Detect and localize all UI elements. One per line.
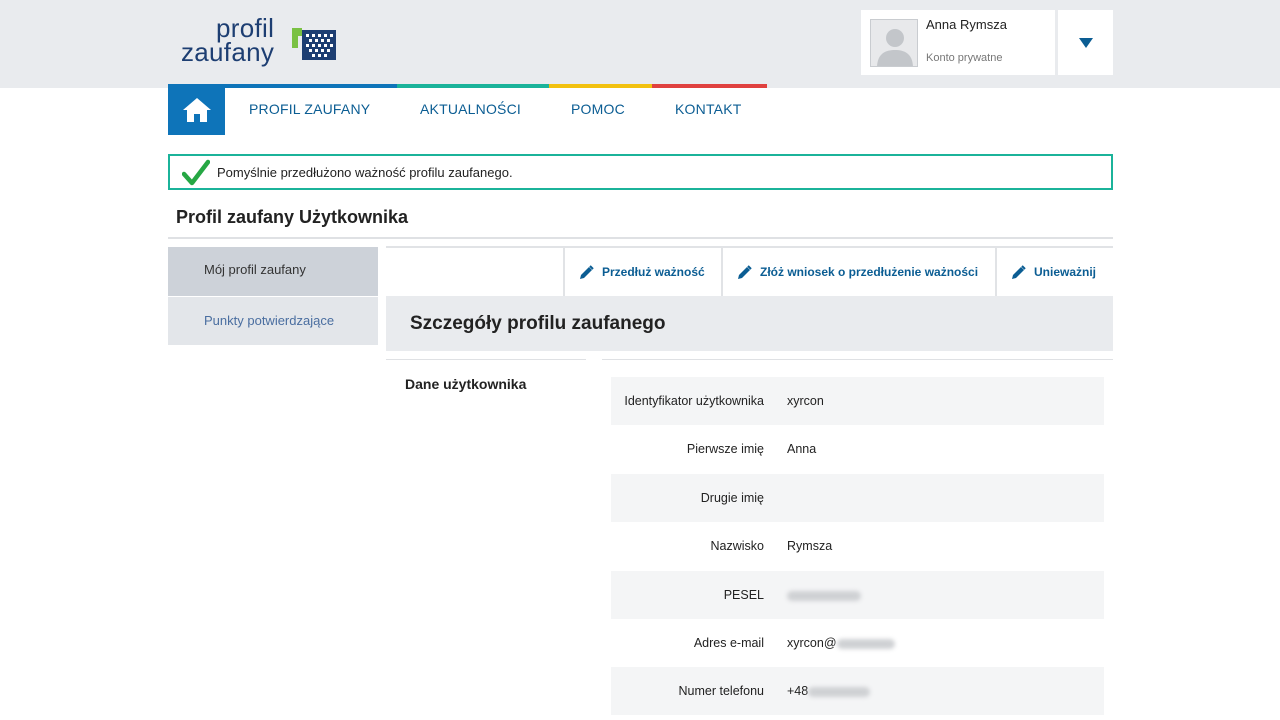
field-label: Adres e-mail	[693, 636, 764, 650]
field-row-surname: Nazwisko Rymsza	[611, 522, 1104, 570]
revoke-button[interactable]: Unieważnij	[995, 248, 1113, 296]
logo-line2: zaufany	[180, 37, 275, 67]
field-row-email: Adres e-mail xyrcon@	[611, 619, 1104, 667]
field-label: Identyfikator użytkownika	[624, 394, 764, 408]
extend-validity-button[interactable]: Przedłuż ważność	[563, 248, 722, 296]
field-value: xyrcon	[787, 394, 824, 408]
nav-profil-zaufany[interactable]: PROFIL ZAUFANY	[249, 101, 370, 117]
extension-request-button[interactable]: Złóż wniosek o przedłużenie ważności	[721, 248, 996, 296]
field-row-pesel: PESEL	[611, 571, 1104, 619]
sidebar-item-label: Punkty potwierdzające	[204, 313, 335, 328]
avatar	[870, 19, 918, 67]
field-row-user-id: Identyfikator użytkownika xyrcon	[611, 377, 1104, 425]
redacted-value	[808, 686, 871, 697]
divider	[602, 359, 1113, 360]
user-account-box[interactable]: Anna Rymsza Konto prywatne	[861, 10, 1055, 75]
success-alert: Pomyślnie przedłużono ważność profilu za…	[168, 154, 1113, 190]
field-value: +48	[787, 684, 809, 698]
user-placeholder-icon	[877, 29, 913, 66]
nav-color-bar	[168, 84, 767, 88]
panel-header: Szczegóły profilu zaufanego	[386, 296, 1113, 351]
field-value: Anna	[787, 442, 817, 456]
redacted-value	[836, 638, 895, 649]
sidebar-item-confirmation-points[interactable]: Punkty potwierdzające	[168, 297, 378, 345]
field-value-redacted	[787, 588, 861, 602]
field-label: Drugie imię	[700, 491, 764, 505]
action-label: Unieważnij	[1034, 265, 1097, 279]
field-label: PESEL	[723, 588, 764, 602]
action-label: Złóż wniosek o przedłużenie ważności	[760, 265, 979, 279]
pencil-icon	[738, 264, 752, 279]
triangle-down-icon	[1078, 37, 1093, 48]
field-value-wrap: xyrcon@	[787, 636, 895, 650]
field-row-second-name: Drugie imię	[611, 474, 1104, 522]
home-button[interactable]	[168, 84, 225, 135]
divider	[168, 237, 1113, 239]
panel-title: Szczegóły profilu zaufanego	[410, 313, 666, 334]
nav-bar-red	[652, 84, 767, 88]
checkmark-icon	[182, 159, 210, 186]
home-icon	[182, 97, 211, 122]
field-value: Rymsza	[787, 539, 833, 553]
section-label: Dane użytkownika	[405, 376, 527, 392]
sidebar-item-label: Mój profil zaufany	[204, 262, 306, 277]
pencil-icon	[1012, 264, 1026, 279]
divider	[386, 359, 586, 360]
nav-bar-teal	[397, 84, 549, 88]
field-row-first-name: Pierwsze imię Anna	[611, 425, 1104, 473]
pencil-icon	[580, 264, 594, 279]
field-row-phone: Numer telefonu +48	[611, 667, 1104, 715]
field-value-wrap: +48	[787, 684, 871, 698]
page-title: Profil zaufany Użytkownika	[176, 207, 409, 227]
user-menu-toggle[interactable]	[1058, 10, 1113, 75]
field-label: Nazwisko	[710, 539, 765, 553]
field-label: Numer telefonu	[678, 684, 764, 698]
logo-wordmark: profil zaufany	[180, 15, 275, 67]
sidebar-item-my-profile[interactable]: Mój profil zaufany	[168, 247, 378, 296]
logo-mark-icon	[292, 28, 336, 60]
user-name: Anna Rymsza	[926, 17, 1007, 32]
nav-kontakt[interactable]: KONTAKT	[675, 101, 741, 117]
nav-pomoc[interactable]: POMOC	[571, 101, 625, 117]
action-label: Przedłuż ważność	[602, 265, 705, 279]
alert-message: Pomyślnie przedłużono ważność profilu za…	[217, 165, 513, 180]
redacted-value	[787, 590, 861, 601]
field-label: Pierwsze imię	[686, 442, 764, 456]
nav-aktualnosci[interactable]: AKTUALNOŚCI	[420, 101, 521, 117]
nav-bar-yellow	[549, 84, 652, 88]
field-value: xyrcon@	[787, 636, 837, 650]
account-type: Konto prywatne	[926, 52, 1003, 64]
